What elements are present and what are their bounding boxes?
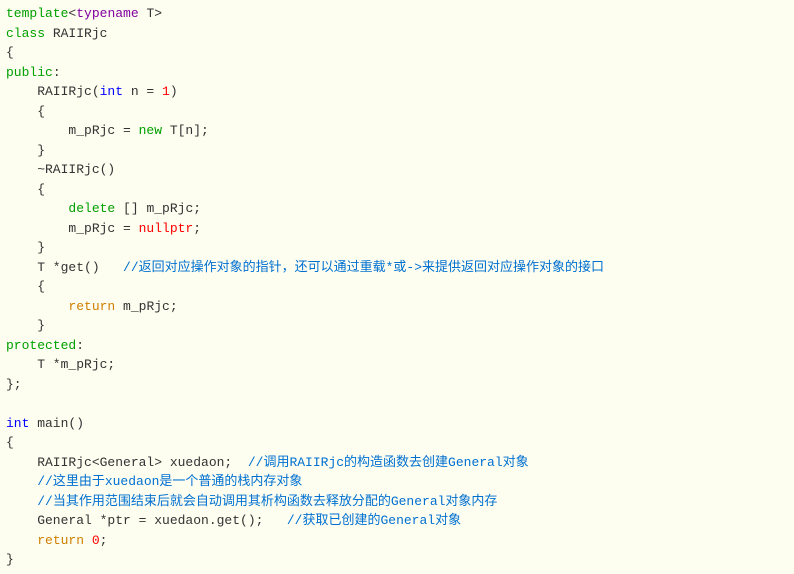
stmt: m_pRjc; [115,299,177,314]
kw-return: return [37,533,84,548]
kw-int: int [100,84,123,99]
paren: ) [170,84,178,99]
space [84,533,92,548]
kw-delete: delete [68,201,115,216]
kw-new: new [139,123,162,138]
kw-public: public [6,65,53,80]
code-block: template<typename T> class RAIIRjc { pub… [0,0,794,574]
brace: } [6,143,45,158]
comment-get: //返回对应操作对象的指针，还可以通过重载*或->来提供返回对应操作对象的接口 [123,260,604,275]
semi: ; [100,533,108,548]
stmt: [] m_pRjc; [115,201,201,216]
stmt: General *ptr = xuedaon.get(); [6,513,287,528]
brace: { [6,104,45,119]
indent [6,533,37,548]
literal-zero: 0 [92,533,100,548]
kw-return: return [68,299,115,314]
kw-typename: typename [76,6,138,21]
indent [6,494,37,509]
indent [6,299,68,314]
comment-ctor: //调用RAIIRjc的构造函数去创建General对象 [248,455,529,470]
comment-stack: //这里由于xuedaon是一个普通的栈内存对象 [37,474,302,489]
brace: } [6,552,14,567]
stmt: m_pRjc = [6,221,139,236]
kw-class: class [6,26,45,41]
indent [6,201,68,216]
class-name: RAIIRjc [45,26,107,41]
semi: ; [193,221,201,236]
type-param: T> [139,6,162,21]
brace: { [6,45,14,60]
comment-dtor: //当其作用范围结束后就会自动调用其析构函数去释放分配的General对象内存 [37,494,497,509]
stmt: RAIIRjc<General> xuedaon; [6,455,248,470]
comment-get-obj: //获取已创建的General对象 [287,513,461,528]
kw-nullptr: nullptr [139,221,194,236]
literal-one: 1 [162,84,170,99]
dtor-decl: ~RAIIRjc() [6,162,115,177]
kw-int: int [6,416,29,431]
brace: { [6,182,45,197]
colon: : [76,338,84,353]
method-decl: T *get() [6,260,123,275]
stmt: T[n]; [162,123,209,138]
ctor-decl: RAIIRjc( [6,84,100,99]
kw-protected: protected [6,338,76,353]
param: n = [123,84,162,99]
kw-template: template [6,6,68,21]
indent [6,474,37,489]
brace: } [6,318,45,333]
member-decl: T *m_pRjc; [6,357,115,372]
stmt: m_pRjc = [6,123,139,138]
brace: { [6,279,45,294]
brace: } [6,240,45,255]
colon: : [53,65,61,80]
brace: }; [6,377,22,392]
main-decl: main() [29,416,84,431]
brace: { [6,435,14,450]
